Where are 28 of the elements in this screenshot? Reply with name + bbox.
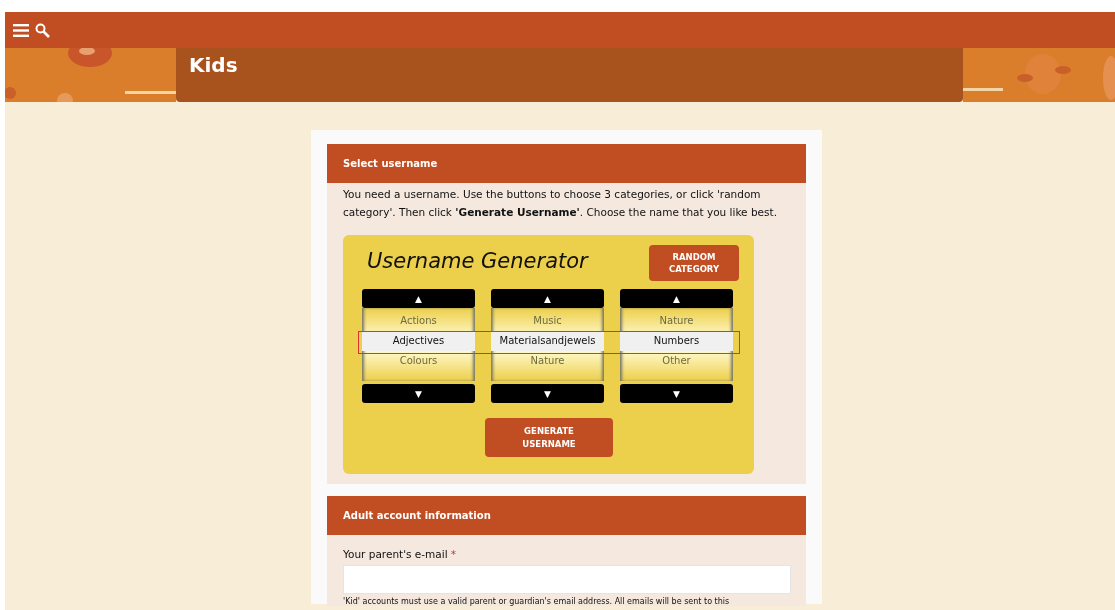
category-option[interactable]: Nature [659,311,694,331]
generate-username-button[interactable]: GENERATE USERNAME [485,418,613,457]
category-option[interactable]: Numbers [620,331,733,351]
site-title: Kids [189,53,238,77]
category-option[interactable]: Nature [530,351,565,371]
category-option[interactable]: Other [662,351,691,371]
help-text: 'Kid' accounts must use a valid parent or guardian's email address. All emails will be sent to this [343,597,731,606]
random-category-button[interactable]: RANDOM CATEGORY [649,245,739,281]
scroll-down-button[interactable]: ▼ [620,384,733,403]
scroll-up-button[interactable]: ▲ [620,289,733,308]
category-option[interactable]: Colours [399,351,438,371]
section-header: Select username [327,144,806,183]
search-icon[interactable] [35,22,50,38]
email-field[interactable] [343,565,791,594]
menu-icon[interactable] [13,23,29,37]
scroll-up-button[interactable]: ▲ [362,289,475,308]
scroll-down-button[interactable]: ▼ [362,384,475,403]
category-option[interactable]: Actions [400,311,437,331]
email-label: Your parent's e-mail [343,548,448,560]
category-option[interactable]: Materialsandjewels [491,331,604,351]
category-option[interactable]: Adjectives [362,331,475,351]
intro-text: You need a username. Use the buttons to choose 3 categories, or click 'random category'. Then click 'Generate Username'. Choose the name that you like best. [342,187,778,220]
category-option[interactable]: Music [533,311,562,331]
generator-title: Username Generator [367,249,588,275]
section-header: Adult account information [327,496,806,535]
required-mark: * [450,548,456,560]
scroll-down-button[interactable]: ▼ [491,384,604,403]
scroll-up-button[interactable]: ▲ [491,289,604,308]
